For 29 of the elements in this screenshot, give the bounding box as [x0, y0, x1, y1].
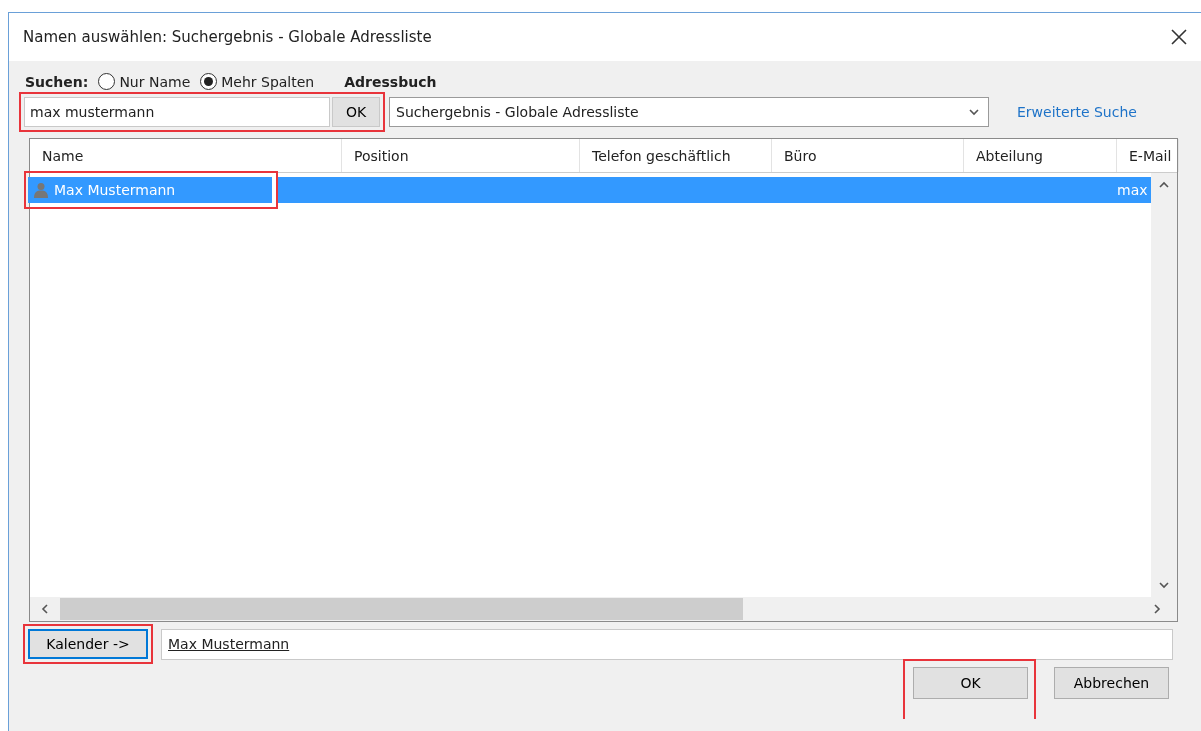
column-header[interactable]: Abteilung — [964, 139, 1117, 172]
address-book-label: Adressbuch — [344, 73, 437, 90]
table-cell-text: max — [1117, 182, 1149, 198]
column-header[interactable]: Position — [342, 139, 580, 172]
scrollbar-thumb[interactable] — [60, 598, 743, 620]
radio-label[interactable]: Nur Name — [119, 73, 191, 90]
scroll-down-icon[interactable] — [1158, 579, 1170, 591]
advanced-search-link[interactable]: Erweiterte Suche — [1017, 104, 1137, 120]
column-header[interactable]: E-Mail — [1117, 139, 1179, 172]
ok-button[interactable]: OK — [332, 97, 380, 127]
search-field[interactable]: max mustermann — [24, 97, 330, 127]
column-header[interactable]: Büro — [772, 139, 964, 172]
column-header[interactable]: Name — [30, 139, 342, 172]
dialog-button[interactable]: Abbrechen — [1054, 667, 1169, 699]
person-icon — [34, 182, 48, 198]
chevron-down-icon[interactable] — [968, 106, 980, 118]
calendar-field[interactable]: Max Mustermann — [161, 628, 1173, 660]
address-book-dropdown[interactable]: Suchergebnis - Globale Adressliste — [389, 97, 989, 127]
dialog-button[interactable]: OK — [913, 667, 1028, 699]
radio-label[interactable]: Mehr Spalten — [221, 73, 315, 90]
radio-button[interactable] — [200, 73, 218, 90]
search-label: Suchen: — [25, 73, 89, 90]
close-icon[interactable] — [1171, 29, 1187, 45]
calendar-button[interactable]: Kalender -> — [28, 629, 148, 659]
scroll-right-icon[interactable] — [1151, 603, 1163, 615]
radio-button[interactable] — [98, 73, 116, 90]
scroll-left-icon[interactable] — [39, 603, 51, 615]
window-title: Namen auswählen: Suchergebnis - Globale Adressliste — [23, 28, 432, 46]
column-header[interactable]: Telefon geschäftlich — [580, 139, 772, 172]
